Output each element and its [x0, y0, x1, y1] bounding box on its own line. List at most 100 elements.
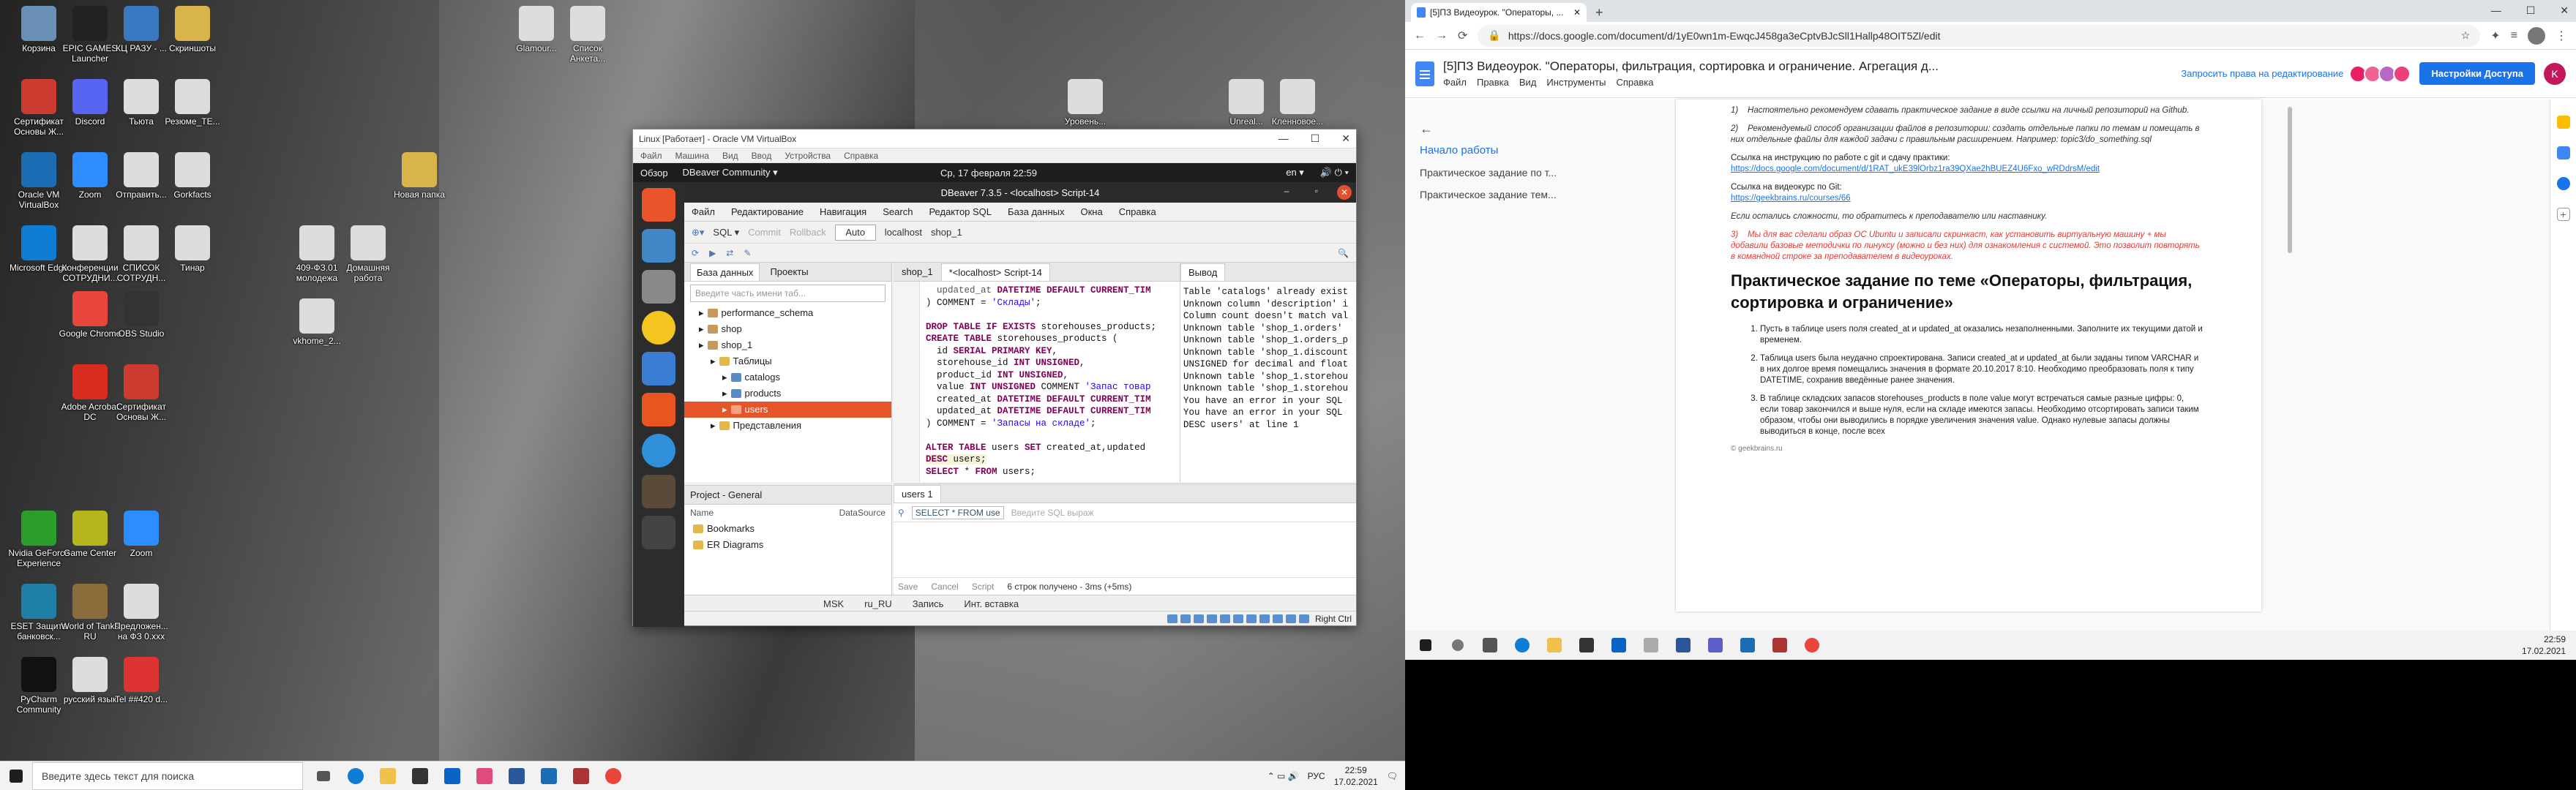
tab-results[interactable]: users 1 [894, 485, 941, 503]
outline-item[interactable]: Практическое задание тем... [1420, 189, 1581, 200]
cancel-button[interactable]: Cancel [931, 582, 958, 592]
project-item-bookmarks[interactable]: Bookmarks [693, 521, 891, 537]
desktop-icon[interactable]: Gorkfacts [160, 152, 225, 200]
gnome-clock[interactable]: Ср, 17 февраля 22:59 [940, 168, 1037, 178]
mail-icon[interactable] [642, 229, 675, 263]
reading-list-icon[interactable]: ≡ [2511, 29, 2517, 42]
minimize-icon[interactable]: — [1278, 132, 1289, 145]
tree-node[interactable]: ▸ Представления [684, 418, 891, 434]
maximize-icon[interactable]: ☐ [2526, 4, 2536, 17]
desktop-icon[interactable]: Тинар [160, 225, 225, 273]
desktop-icon[interactable]: Предложен... на ФЗ 0.xxx [108, 584, 174, 642]
taskbar-clock[interactable]: 22:59 17.02.2021 [1334, 764, 1378, 788]
desktop-icon[interactable]: Домашняя работа [335, 225, 401, 283]
start-button[interactable] [0, 761, 32, 790]
filter-icon[interactable]: ⚲ [898, 508, 905, 518]
results-filter-input[interactable]: SELECT * FROM use [911, 505, 1004, 519]
expand-arrow-icon[interactable]: ▸ [722, 385, 727, 402]
connection-select[interactable]: localhost [885, 227, 922, 238]
docs-logo-icon[interactable] [1415, 61, 1434, 86]
rhythmbox-icon[interactable] [642, 311, 675, 345]
dbeaver-icon[interactable] [642, 475, 675, 508]
teams-icon[interactable] [1699, 631, 1731, 660]
calendar-icon[interactable] [2556, 177, 2570, 190]
refresh-icon[interactable]: ⟳ [692, 248, 699, 258]
store-icon[interactable] [1570, 631, 1603, 660]
software-icon[interactable] [642, 393, 675, 426]
desktop-icon[interactable]: Новая папка [386, 152, 452, 200]
dbeaver-menu-item[interactable]: Редактирование [731, 206, 804, 217]
files-icon[interactable] [642, 270, 675, 304]
expand-arrow-icon[interactable]: ▸ [699, 337, 704, 353]
store-icon[interactable] [404, 761, 436, 790]
expand-arrow-icon[interactable]: ▸ [711, 353, 716, 369]
navigator-filter-input[interactable]: Введите часть имени таб... [690, 285, 886, 302]
tab-shop1[interactable]: shop_1 [894, 263, 941, 281]
app-icon[interactable] [1764, 631, 1796, 660]
app-icon[interactable] [565, 761, 597, 790]
outlook-icon[interactable] [1603, 631, 1635, 660]
word-icon[interactable] [501, 761, 533, 790]
expand-arrow-icon[interactable]: ▸ [699, 305, 704, 321]
add-icon[interactable]: + [2556, 208, 2570, 221]
close-icon[interactable]: ✕ [2560, 4, 2569, 17]
tab-script14[interactable]: *<localhost> Script-14 [940, 263, 1050, 281]
outline-heading[interactable]: Начало работы [1420, 144, 1581, 157]
device-icon[interactable] [1180, 614, 1191, 623]
tree-node[interactable]: ▸ shop [684, 321, 891, 337]
docs-menu-item[interactable]: Файл [1443, 77, 1467, 88]
device-icon[interactable] [1298, 614, 1309, 623]
tree-node[interactable]: ▸ catalogs [684, 369, 891, 385]
lang-indicator[interactable]: en ▾ [1286, 167, 1304, 178]
dbeaver-menu-item[interactable]: База данных [1008, 206, 1064, 217]
overview-button[interactable]: Обзор [640, 168, 668, 178]
close-icon[interactable]: ✕ [1337, 185, 1352, 200]
script-button[interactable]: Script [972, 582, 995, 592]
desktop-icon[interactable]: Резюме_ТЕ... [160, 79, 225, 127]
search-icon[interactable] [1442, 631, 1474, 660]
right-taskbar-clock[interactable]: 22:59 17.02.2021 [2522, 631, 2566, 660]
lang-indicator[interactable]: РУС [1308, 771, 1325, 781]
project-title[interactable]: Project - General [690, 489, 762, 500]
maximize-icon[interactable]: ☐ [1311, 132, 1320, 145]
minimize-icon[interactable]: — [2491, 4, 2501, 17]
edge-icon[interactable] [1506, 631, 1538, 660]
device-icon[interactable] [1272, 614, 1283, 623]
chrome-icon[interactable] [1796, 631, 1828, 660]
vbox-menu-item[interactable]: Устройства [785, 151, 831, 161]
dbeaver-menu-item[interactable]: Файл [692, 206, 715, 217]
tasks-icon[interactable] [2556, 146, 2570, 159]
task-view-icon[interactable] [1474, 631, 1506, 660]
task-view-icon[interactable] [307, 761, 340, 790]
dbeaver-menu-item[interactable]: Редактор SQL [929, 206, 992, 217]
writer-icon[interactable] [642, 352, 675, 385]
results-filter-placeholder[interactable]: Введите SQL выраж [1011, 508, 1094, 518]
rollback-button[interactable]: Rollback [790, 227, 826, 238]
firefox-icon[interactable] [642, 188, 675, 222]
desktop-icon[interactable]: Tel ##420 d... [108, 657, 174, 704]
tree-node[interactable]: ▸ users [684, 402, 891, 418]
docs-menu-item[interactable]: Инструменты [1546, 77, 1606, 88]
dbeaver-menu-item[interactable]: Справка [1119, 206, 1156, 217]
extensions-icon[interactable]: ✦ [2490, 29, 2500, 43]
device-icon[interactable] [1219, 614, 1230, 623]
bookmark-star-icon[interactable]: ☆ [2461, 29, 2471, 42]
new-tab-button[interactable]: + [1595, 5, 1603, 20]
virtualbox-icon[interactable] [533, 761, 565, 790]
forward-icon[interactable]: → [1436, 29, 1448, 42]
tray-icons[interactable]: ⌃ ▭ 🔊 [1268, 771, 1299, 781]
tree-node[interactable]: ▸ shop_1 [684, 337, 891, 353]
dbeaver-menu-item[interactable]: Окна [1080, 206, 1102, 217]
taskbar-search-input[interactable]: Введите здесь текст для поиска [32, 761, 303, 790]
vbox-menu-item[interactable]: Вид [722, 151, 738, 161]
vbox-titlebar[interactable]: Linux [Работает] - Oracle VM VirtualBox … [633, 129, 1356, 148]
address-bar[interactable]: 🔒 https://docs.google.com/document/d/1yE0… [1478, 24, 2481, 47]
docs-menu-item[interactable]: Правка [1477, 77, 1509, 88]
desktop-icon[interactable]: Уровень... [1052, 79, 1118, 127]
chrome-tab[interactable]: [5]ПЗ Видеоурок. "Операторы, ... ✕ [1411, 3, 1587, 22]
device-icon[interactable] [1232, 614, 1243, 623]
tree-node[interactable]: ▸ Таблицы [684, 353, 891, 369]
mail-icon[interactable] [1635, 631, 1667, 660]
desktop-icon[interactable]: Сертификат Основы Ж... [108, 364, 174, 422]
desktop-icon[interactable]: Кленновое... [1265, 79, 1330, 127]
